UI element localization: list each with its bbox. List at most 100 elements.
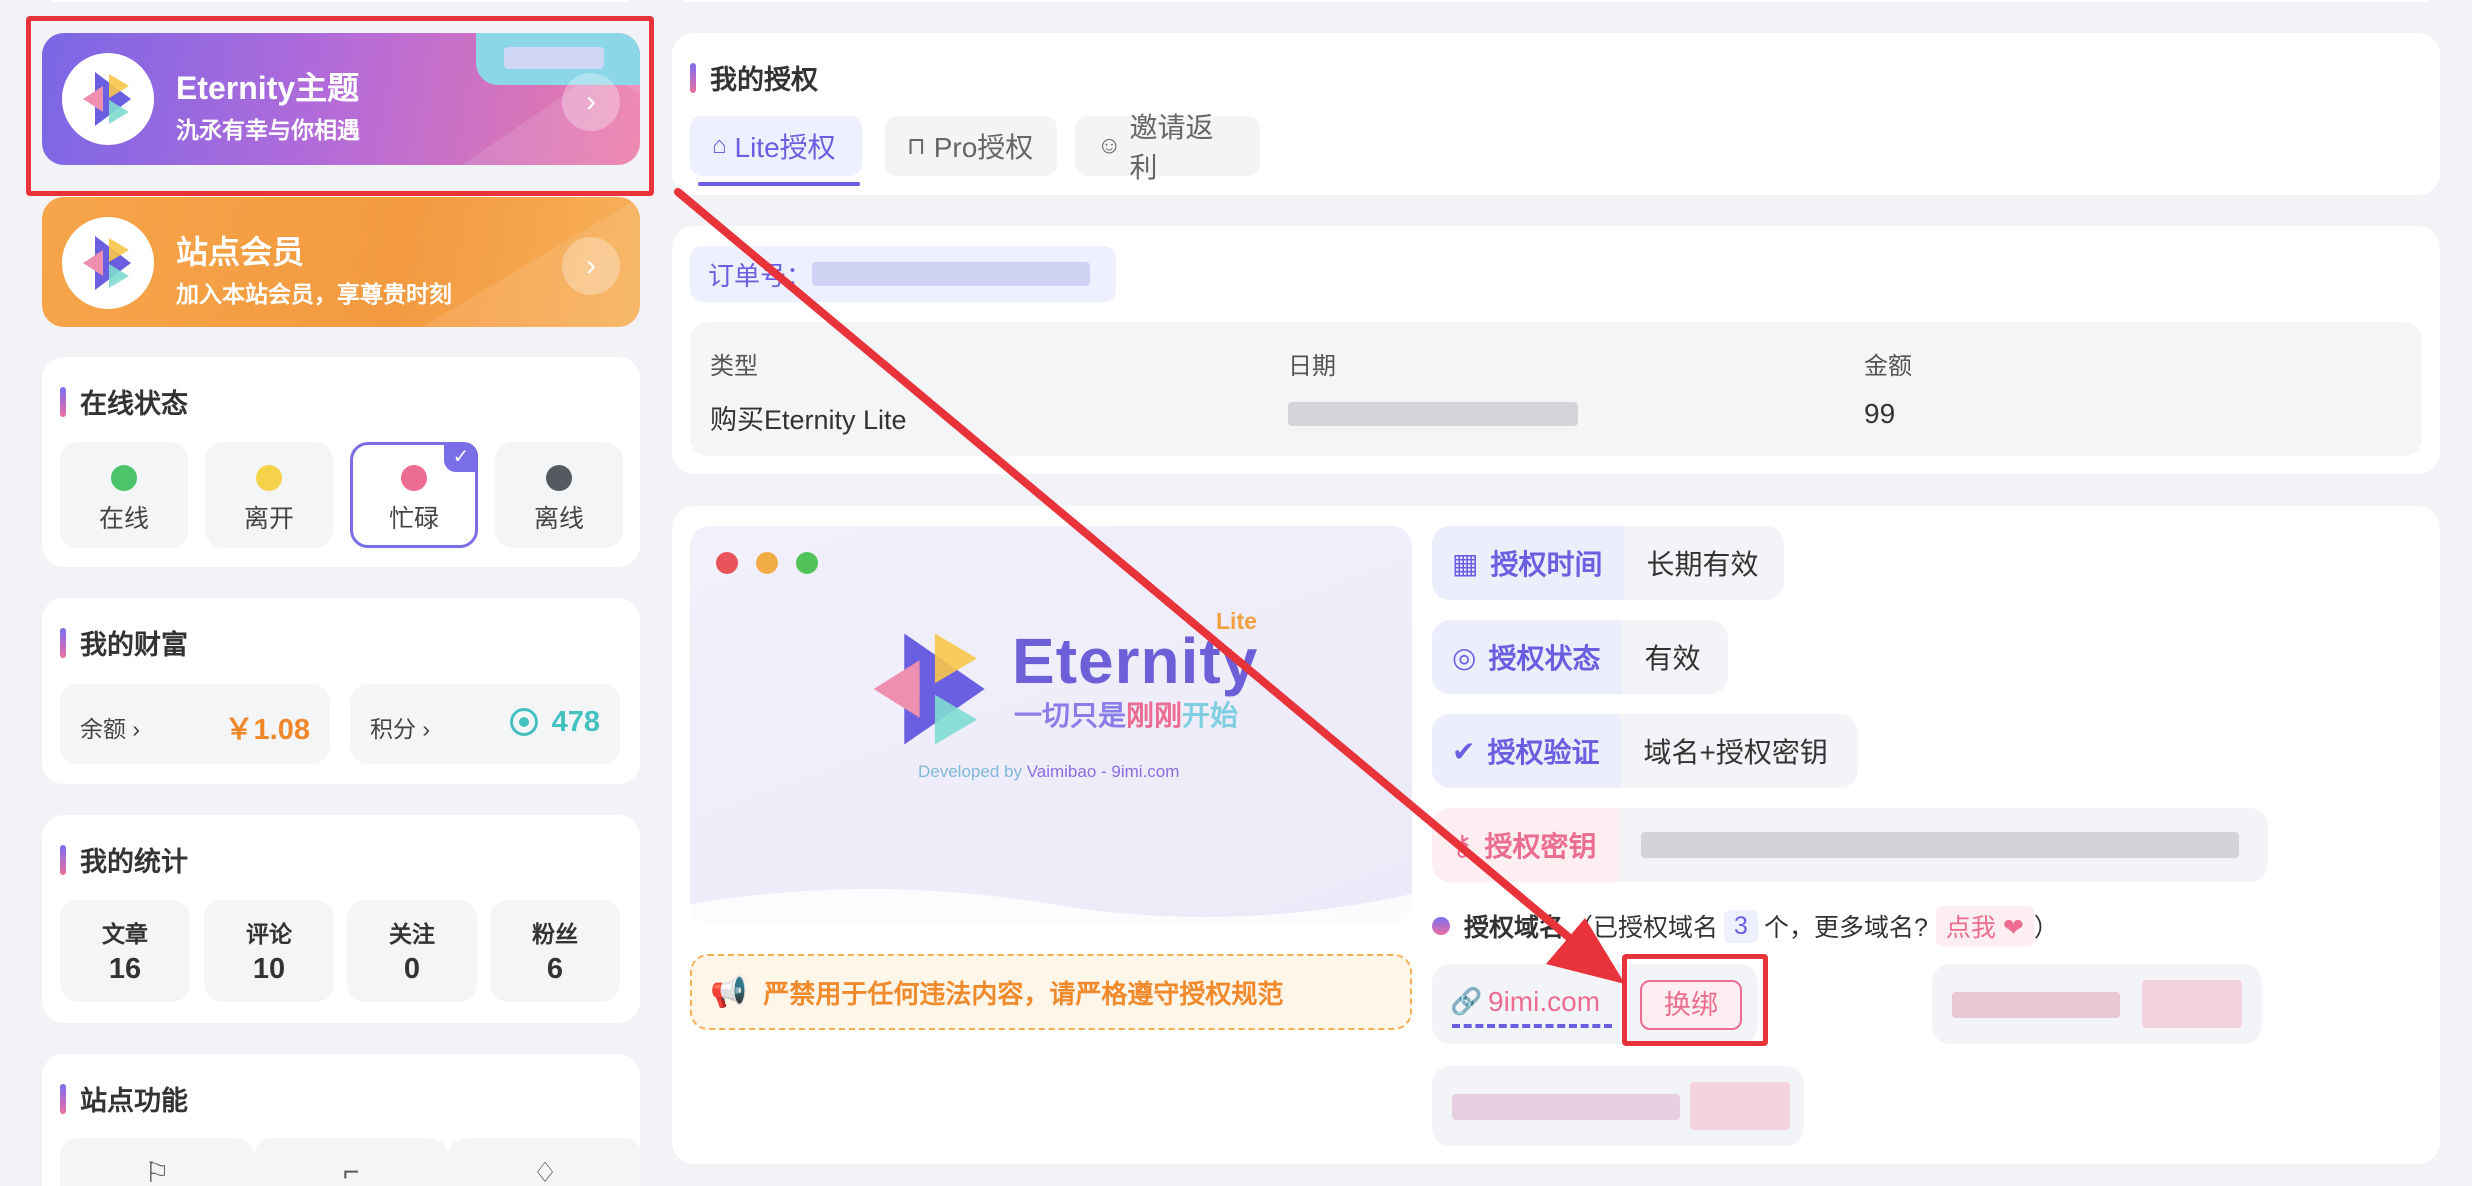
order-table: 类型 日期 金额 购买Eternity Lite 99 xyxy=(690,322,2422,456)
domains-more-note: 个，更多域名? xyxy=(1763,914,1928,942)
stat-value: 6 xyxy=(546,953,564,985)
status-label: 在线 xyxy=(98,505,149,533)
domains-note-close: ） xyxy=(2033,914,2059,942)
status-away[interactable]: 离开 xyxy=(205,442,333,548)
stats-title: 我的统计 xyxy=(60,840,188,879)
wealth-title: 我的财富 xyxy=(60,623,188,662)
auth-title: 我的授权 xyxy=(690,58,818,97)
license-key-redacted xyxy=(1640,832,2239,858)
license-time-row: ▦ 授权时间 长期有效 xyxy=(1432,526,1784,600)
points-box[interactable]: 积分 › 478 xyxy=(350,684,620,764)
domains-count: 3 xyxy=(1724,909,1758,943)
badge-icon: ♢ xyxy=(532,1157,558,1186)
warning-banner: 📢 严禁用于任何违法内容，请严格遵守授权规范 xyxy=(690,954,1412,1030)
check-icon: ✓ xyxy=(444,442,478,472)
preview-edition: Lite xyxy=(1216,608,1257,634)
flag-icon: ⚐ xyxy=(144,1157,170,1186)
order-amount: 99 xyxy=(1864,398,1896,429)
stat-fans[interactable]: 粉丝 6 xyxy=(490,900,620,1002)
license-time-value: 长期有效 xyxy=(1646,549,1759,580)
license-key-row: ⚷ 授权密钥 xyxy=(1432,808,2268,882)
highlight-box-theme-card xyxy=(26,16,654,196)
smile-icon: ☺ xyxy=(1097,132,1122,159)
domains-header: 授权域名 （已授权域名 3 个，更多域名? 点我 ❤ ） xyxy=(1432,906,2059,946)
stairs-icon: ⌐ xyxy=(342,1156,360,1186)
function-stairs[interactable]: ⌐ xyxy=(254,1138,448,1186)
warning-text: 严禁用于任何违法内容，请严格遵守授权规范 xyxy=(763,978,1284,1009)
window-minimize-dot xyxy=(756,552,778,574)
domain-underline xyxy=(1452,1024,1612,1028)
status-offline[interactable]: 离线 xyxy=(495,442,623,548)
stat-comments[interactable]: 评论 10 xyxy=(204,900,334,1002)
status-label: 忙碌 xyxy=(388,505,439,533)
stat-articles[interactable]: 文章 16 xyxy=(60,900,190,1002)
status-dot xyxy=(256,465,282,491)
domain-chip-redacted xyxy=(1932,964,2262,1044)
points-label: 积分 › xyxy=(370,716,431,742)
status-dot xyxy=(401,465,427,491)
domains-label: 授权域名 xyxy=(1464,914,1565,942)
status-busy[interactable]: 忙碌 ✓ xyxy=(350,442,478,548)
functions-title: 站点功能 xyxy=(60,1079,188,1118)
verified-icon: ✔ xyxy=(1452,735,1476,767)
online-status-title: 在线状态 xyxy=(60,382,188,421)
member-card-subtitle: 加入本站会员，享尊贵时刻 xyxy=(176,281,452,307)
license-status-value: 有效 xyxy=(1644,643,1701,674)
order-header-type: 类型 xyxy=(710,353,758,380)
megaphone-icon: 📢 xyxy=(710,975,748,1009)
tab-pro[interactable]: ⊓ Pro授权 xyxy=(885,116,1057,176)
license-key-label: 授权密钥 xyxy=(1484,831,1597,862)
highlight-box-rebind xyxy=(1622,954,1768,1046)
chevron-right-icon[interactable]: › xyxy=(562,237,620,295)
stat-label: 粉丝 xyxy=(532,921,578,947)
license-verify-label: 授权验证 xyxy=(1487,737,1600,768)
points-value: 478 xyxy=(551,706,600,738)
balance-label: 余额 › xyxy=(80,716,141,742)
status-dot xyxy=(546,465,572,491)
top-card-stub xyxy=(40,0,640,2)
preview-wave xyxy=(690,889,1412,924)
member-logo xyxy=(62,217,154,309)
eternity-preview-logo xyxy=(873,633,985,745)
status-label: 离开 xyxy=(243,505,294,533)
tab-invite[interactable]: ☺ 邀请返利 xyxy=(1075,112,1260,183)
license-verify-row: ✔ 授权验证 域名+授权密钥 xyxy=(1432,714,1858,788)
order-header-date: 日期 xyxy=(1288,353,1336,380)
heart-icon: ❤ xyxy=(2002,914,2024,942)
stat-label: 文章 xyxy=(102,921,148,947)
license-status-label: 授权状态 xyxy=(1488,643,1601,674)
tab-label: Lite授权 xyxy=(734,132,836,163)
order-number-chip: 订单号： xyxy=(690,246,1116,302)
member-card-title: 站点会员 xyxy=(176,234,305,270)
preview-tagline: 一切只是刚刚开始 xyxy=(1014,700,1239,731)
stat-value: 16 xyxy=(108,953,142,985)
order-type: 购买Eternity Lite xyxy=(710,405,907,435)
function-badge[interactable]: ♢ xyxy=(448,1138,642,1186)
status-online[interactable]: 在线 xyxy=(60,442,188,548)
shield-icon: ◎ xyxy=(1452,641,1477,673)
basket-icon: ⌂ xyxy=(712,132,727,159)
cup-icon: ⊓ xyxy=(907,132,926,160)
calendar-icon: ▦ xyxy=(1452,547,1479,579)
license-status-row: ◎ 授权状态 有效 xyxy=(1432,620,1728,694)
window-close-dot xyxy=(716,552,738,574)
order-header-amount: 金额 xyxy=(1864,353,1912,380)
domain-chip-redacted-2 xyxy=(1432,1066,1804,1146)
license-time-label: 授权时间 xyxy=(1490,549,1603,580)
function-flag[interactable]: ⚐ xyxy=(60,1138,254,1186)
member-card[interactable]: 站点会员 加入本站会员，享尊贵时刻 › xyxy=(42,197,640,327)
domain-text[interactable]: 9imi.com xyxy=(1488,986,1600,1018)
more-domains-link[interactable]: 点我 ❤ xyxy=(1935,906,2034,946)
coin-icon xyxy=(510,708,538,736)
tab-label: 邀请返利 xyxy=(1129,112,1214,183)
tab-lite[interactable]: ⌂ Lite授权 xyxy=(690,116,862,176)
top-card-stub-right xyxy=(672,0,2440,2)
license-verify-value: 域名+授权密钥 xyxy=(1643,737,1828,768)
preview-brand: Eternity xyxy=(1012,625,1259,697)
tab-active-underline xyxy=(698,182,860,186)
order-date-redacted xyxy=(1288,402,1578,426)
stat-label: 评论 xyxy=(246,921,292,947)
key-icon: ⚷ xyxy=(1452,829,1473,861)
balance-box[interactable]: 余额 › ￥1.08 xyxy=(60,684,330,764)
stat-following[interactable]: 关注 0 xyxy=(347,900,477,1002)
